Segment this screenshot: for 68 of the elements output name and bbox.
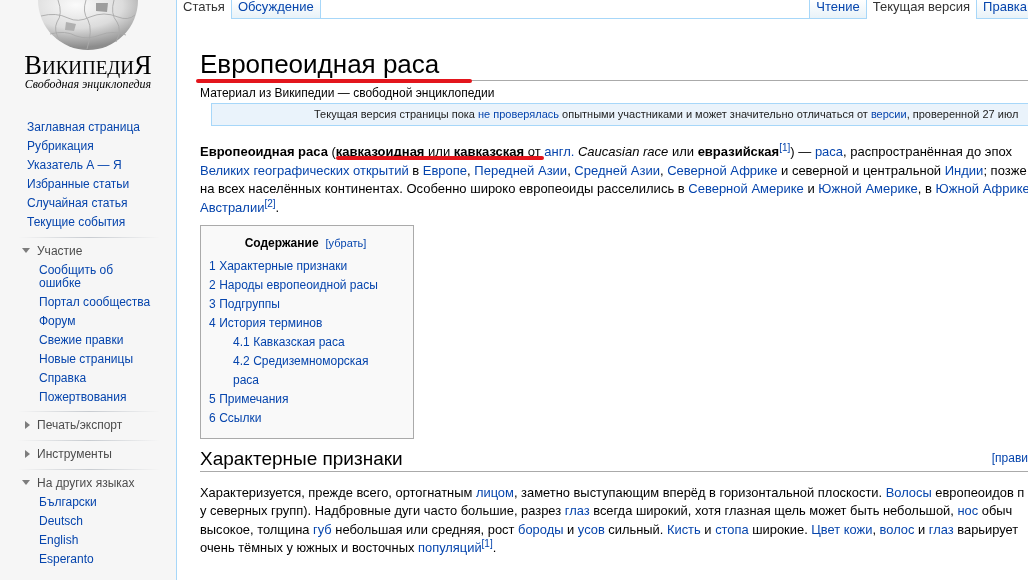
portlet-heading[interactable]: Инструменты bbox=[0, 440, 112, 469]
toc-link[interactable]: 1 Характерные признаки bbox=[209, 256, 348, 276]
text-link[interactable]: Волосы bbox=[885, 484, 932, 500]
site-wordmark: ВикипедиЯ bbox=[24, 53, 152, 77]
portlet-heading[interactable]: На других языках bbox=[0, 469, 135, 491]
text-link[interactable]: нос bbox=[957, 503, 979, 518]
text-link[interactable]: англ. bbox=[544, 144, 575, 159]
toc-link[interactable]: 5 Примечания bbox=[209, 389, 289, 409]
hide-toc-link[interactable]: [убрать] bbox=[325, 233, 367, 253]
footnote-link[interactable]: [1] bbox=[481, 538, 493, 549]
text-link[interactable]: глаз bbox=[564, 503, 590, 518]
page-title: Европеоидная раса bbox=[200, 48, 440, 80]
sidebar-link[interactable]: Портал сообщества bbox=[39, 293, 155, 312]
text-link[interactable]: волос bbox=[879, 521, 915, 537]
toc-link[interactable]: 4.1 Кавказская раса bbox=[233, 332, 345, 352]
sidebar-link[interactable]: Заглавная страница bbox=[27, 118, 167, 137]
site-tagline: Свободная энциклопедия bbox=[24, 77, 152, 91]
text-link[interactable]: Северной Америке bbox=[688, 181, 804, 196]
text-link[interactable]: стопа bbox=[715, 521, 749, 537]
text-link[interactable]: Средней Азии bbox=[574, 162, 660, 178]
footnote-link[interactable]: [2] bbox=[264, 197, 276, 209]
text-link[interactable]: лицом bbox=[475, 484, 514, 500]
sidebar-link[interactable]: Новые страницы bbox=[39, 350, 155, 369]
sidebar-link[interactable]: Избранные статьи bbox=[27, 175, 167, 194]
text-link[interactable]: усов bbox=[577, 521, 605, 537]
edit-section-link[interactable]: [прави bbox=[991, 451, 1028, 466]
sidebar-link[interactable]: Сообщить об ошибке bbox=[39, 261, 155, 293]
text-link[interactable]: версии bbox=[870, 108, 907, 120]
portlet-heading[interactable]: Участие bbox=[0, 237, 83, 259]
section-paragraph: Характеризуется, прежде всего, ортогнатным лицом, заметно выступающим вперёд в горизонтальной плоскости. Волосы европеоидов п у северных групп). Надбровные дуги часто большие, разрез глаз всегда широкий, хотя глазная щель может быть небольшой, нос обыч высокое, толщина губ небольшая или средняя, рост бороды и усов сильный. Кисть и стопа широкие. Цвет кожи, волос и глаз варьирует очень тёмных у южных и восточных популяций$^{[1]}$. bbox=[200, 483, 1025, 557]
sidebar-link[interactable]: Форум bbox=[39, 312, 155, 331]
text-link[interactable]: бороды bbox=[518, 521, 564, 537]
text-link[interactable]: Передней Азии bbox=[474, 162, 568, 178]
text-link[interactable]: Северной Африке bbox=[667, 162, 778, 178]
toc-link[interactable]: 6 Ссылки bbox=[209, 408, 262, 428]
puzzle-globe-icon bbox=[38, 0, 138, 50]
toc-link[interactable]: 2 Народы европеоидной расы bbox=[209, 275, 378, 295]
tab[interactable]: Правка bbox=[976, 0, 1028, 19]
portlet-heading[interactable]: Печать/экспорт bbox=[0, 411, 123, 440]
text-link[interactable]: Великих географических открытий bbox=[200, 162, 409, 178]
sidebar-link[interactable]: Справка bbox=[39, 369, 155, 388]
text-link[interactable]: Кисть bbox=[666, 521, 701, 537]
sidebar-link[interactable]: Пожертвования bbox=[39, 388, 155, 407]
sidebar-link[interactable]: Свежие правки bbox=[39, 331, 155, 350]
sidebar-link[interactable]: English bbox=[39, 531, 155, 550]
text-link[interactable]: губ bbox=[313, 521, 332, 537]
notice-text: Текущая версия страницы пока не проверялась опытными участниками и может значительно отличаться от версии, проверенной 27 июл bbox=[314, 107, 1020, 122]
page-subtitle: Материал из Википедии — свободной энциклопедии bbox=[200, 86, 495, 101]
text-link[interactable]: популяций bbox=[418, 540, 482, 555]
text-link[interactable]: Европе bbox=[422, 162, 468, 178]
sidebar-link[interactable]: Deutsch bbox=[39, 512, 155, 531]
toc-title: Содержание bbox=[244, 235, 319, 252]
sidebar-link[interactable]: Случайная статья bbox=[27, 194, 167, 213]
sidebar-link[interactable]: Български bbox=[39, 493, 155, 512]
footnote-link[interactable]: [1] bbox=[779, 142, 791, 153]
sidebar-link[interactable]: Указатель А — Я bbox=[27, 156, 167, 175]
text-link[interactable]: глаз bbox=[928, 521, 954, 537]
toc-link[interactable]: 4.2 Средиземноморская раса bbox=[233, 351, 393, 390]
tab[interactable]: Обсуждение bbox=[231, 0, 321, 19]
toc-link[interactable]: 3 Подгруппы bbox=[209, 294, 280, 314]
sidebar-link[interactable]: Esperanto bbox=[39, 550, 155, 569]
text-link[interactable]: Южной Америке bbox=[818, 181, 918, 196]
toc-link[interactable]: 4 История терминов bbox=[209, 313, 323, 333]
sidebar-link[interactable]: Текущие события bbox=[27, 213, 167, 232]
tab[interactable]: Чтение bbox=[809, 0, 866, 19]
text-link[interactable]: не проверялась bbox=[478, 108, 559, 120]
section-heading: Характерные признаки bbox=[200, 446, 403, 471]
sidebar-link[interactable]: Рубрикация bbox=[27, 137, 167, 156]
